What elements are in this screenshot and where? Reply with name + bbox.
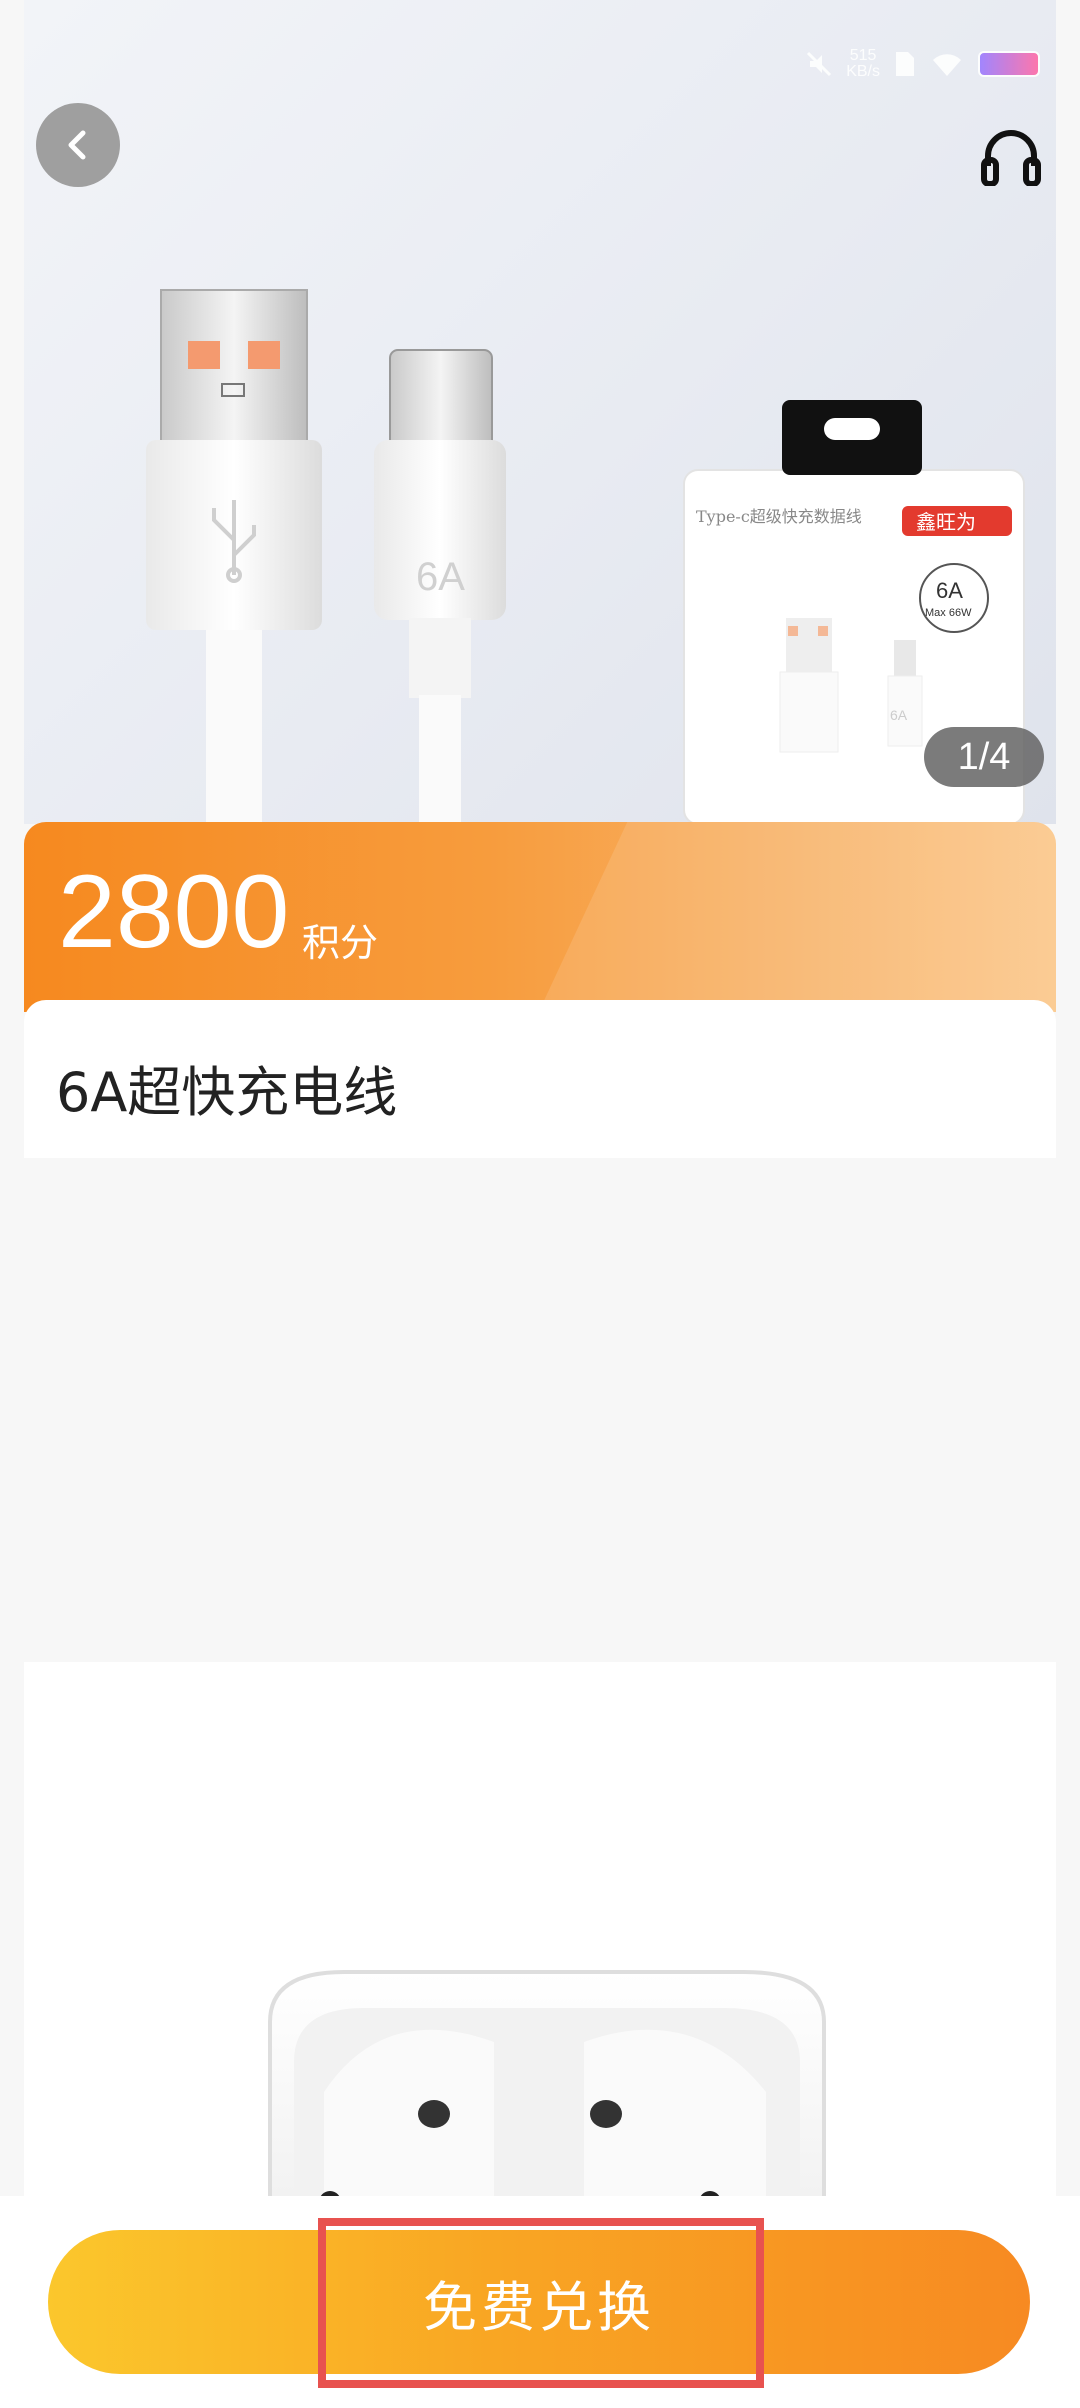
price-banner: 2800 积分 xyxy=(24,822,1056,1012)
battery-icon xyxy=(978,51,1040,77)
svg-text:6A: 6A xyxy=(890,707,908,723)
wifi-icon xyxy=(933,54,961,76)
package-brand: 鑫旺为 xyxy=(916,510,976,534)
product-image-carousel[interactable]: 6A Type-c超级快充数据线 鑫旺为 6A Max 66W 6A xyxy=(24,0,1056,824)
package-spec: 6A xyxy=(936,578,963,603)
sim-icon xyxy=(896,52,914,76)
redeem-button-label: 免费兑换 xyxy=(423,2275,655,2339)
package-title: Type-c超级快充数据线 xyxy=(696,507,862,526)
mute-icon xyxy=(807,51,832,77)
customer-service-headset-icon[interactable] xyxy=(980,126,1042,186)
chevron-left-icon xyxy=(68,130,86,160)
price-points: 2800 xyxy=(58,854,290,970)
image-pager-indicator: 1/4 xyxy=(924,727,1044,787)
price-unit: 积分 xyxy=(302,921,379,965)
status-bar: 515 KB/s xyxy=(806,48,1040,80)
package-max: Max 66W xyxy=(925,607,972,619)
product-title-card: 6A超快充电线 xyxy=(24,1000,1056,1158)
product-photo: 6A Type-c超级快充数据线 鑫旺为 6A Max 66W 6A xyxy=(146,289,1025,824)
back-button[interactable] xyxy=(36,103,120,187)
svg-text:6A: 6A xyxy=(416,555,465,599)
product-title: 6A超快充电线 xyxy=(56,1061,398,1124)
free-redeem-button[interactable]: 免费兑换 xyxy=(48,2230,1030,2374)
network-speed: 515 KB/s xyxy=(846,47,880,80)
